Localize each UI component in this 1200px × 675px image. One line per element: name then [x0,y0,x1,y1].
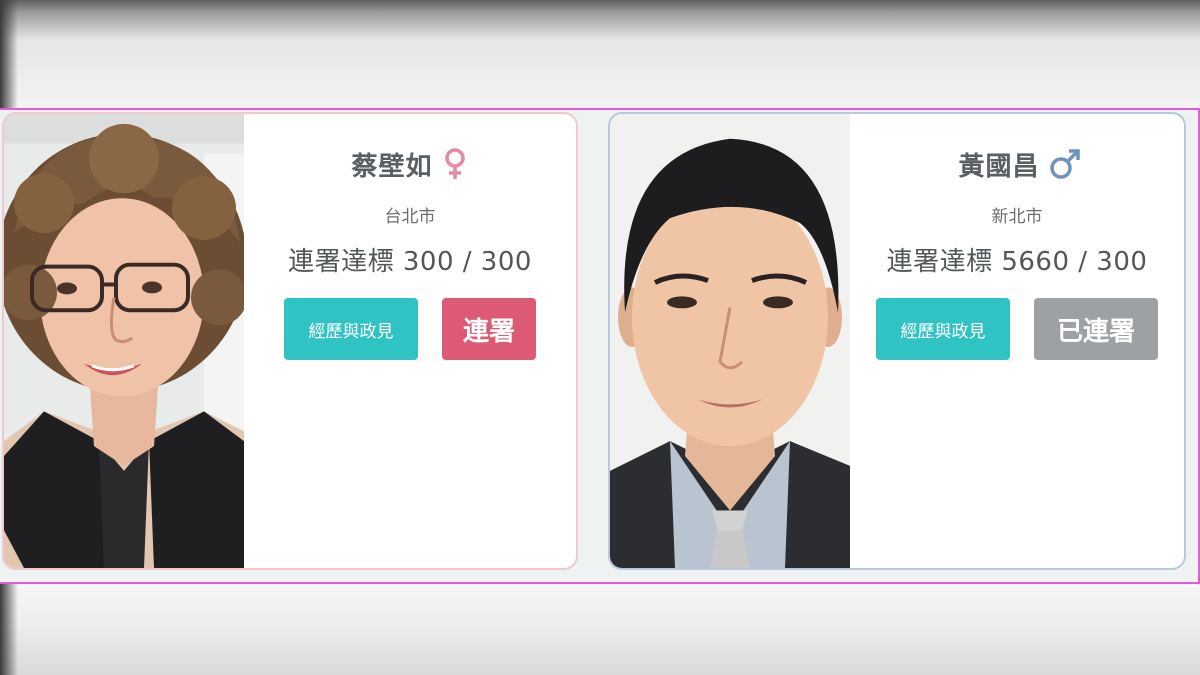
signature-label: 連署達標 [886,247,993,277]
blurred-backdrop-top [0,0,1200,108]
profile-and-platform-button[interactable]: 經歷與政見 [284,298,418,360]
candidate-strip: 蔡壁如 台北市 連署達標 300 / 300 經歷與政見 連署 黃國昌 新北市 … [0,108,1200,584]
candidate-info: 蔡壁如 台北市 連署達標 300 / 300 經歷與政見 連署 [244,114,576,360]
signature-status: 連署達標 300 / 300 [244,241,576,278]
action-buttons: 經歷與政見 連署 [244,298,576,360]
name-row: 蔡壁如 [244,144,576,184]
action-buttons: 經歷與政見 已連署 [850,298,1184,360]
signature-label: 連署達標 [288,247,395,277]
blurred-backdrop-bottom [0,584,1200,675]
sign-petition-button[interactable]: 連署 [442,298,536,360]
female-symbol-icon [441,147,469,181]
signature-count: 5660 / 300 [1001,247,1148,277]
signed-button[interactable]: 已連署 [1034,298,1158,360]
signature-status: 連署達標 5660 / 300 [850,241,1184,278]
candidate-city: 新北市 [991,207,1043,227]
candidate-card: 黃國昌 新北市 連署達標 5660 / 300 經歷與政見 已連署 [608,112,1186,570]
candidate-city: 台北市 [384,207,436,227]
name-row: 黃國昌 [850,144,1184,184]
candidate-photo [4,114,244,568]
candidate-info: 黃國昌 新北市 連署達標 5660 / 300 經歷與政見 已連署 [850,114,1184,360]
male-symbol-icon [1048,147,1080,181]
signature-count: 300 / 300 [402,247,532,277]
profile-and-platform-button[interactable]: 經歷與政見 [876,298,1010,360]
candidate-photo [610,114,850,568]
candidate-name: 黃國昌 [958,151,1040,182]
candidate-card: 蔡壁如 台北市 連署達標 300 / 300 經歷與政見 連署 [2,112,578,570]
candidate-name: 蔡壁如 [351,151,433,182]
